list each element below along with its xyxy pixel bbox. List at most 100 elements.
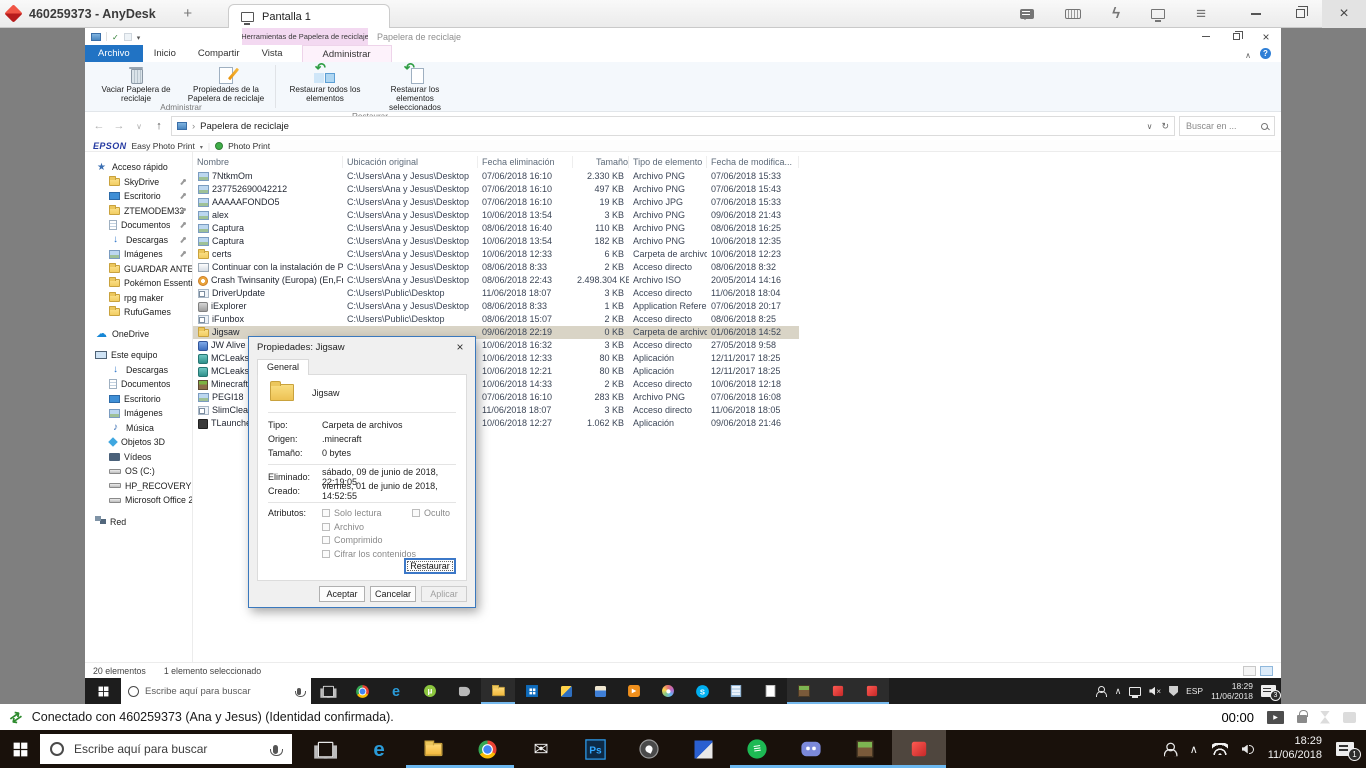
recent-locations-icon[interactable]: [131, 120, 147, 132]
remote-taskbar-icon-notepad[interactable]: [719, 678, 753, 704]
ribbon-button-propiedades-de-la-papelera-de-reciclaje[interactable]: Propiedades de la Papelera de reciclaje: [181, 63, 271, 103]
shield-icon[interactable]: [1169, 686, 1178, 696]
sidebar-item-pok-mon-essentials[interactable]: Pokémon Essentials: [85, 276, 192, 291]
hidden-icons-chevron-icon[interactable]: [1190, 743, 1198, 756]
notifications-icon[interactable]: 1: [1336, 742, 1354, 756]
tab-general[interactable]: General: [257, 359, 309, 375]
sidebar-item-rpg-maker[interactable]: rpg maker: [85, 291, 192, 306]
sidebar-item-os-c[interactable]: OS (C:): [85, 464, 192, 479]
sidebar-item-documentos[interactable]: Documentos: [85, 377, 192, 392]
local-taskbar-icon-video-editor[interactable]: [676, 730, 730, 768]
remote-taskbar-icon-anydesk[interactable]: [821, 678, 855, 704]
remote-taskbar-icon-edge[interactable]: [379, 678, 413, 704]
sidebar-item-rufugames[interactable]: RufuGames: [85, 305, 192, 320]
remote-taskbar-icon-doc[interactable]: [753, 678, 787, 704]
remote-taskbar-icon-chrome[interactable]: [345, 678, 379, 704]
lock-icon[interactable]: [1297, 715, 1307, 723]
sidebar-item-escritorio[interactable]: Escritorio: [85, 392, 192, 407]
sidebar-item-acceso-r-pido[interactable]: Acceso rápido: [85, 160, 192, 175]
forward-icon[interactable]: [111, 120, 127, 132]
remote-taskbar-icon-anydesk[interactable]: [855, 678, 889, 704]
sidebar-item-este-equipo[interactable]: Este equipo: [85, 348, 192, 363]
sidebar-item-m-sica[interactable]: Música: [85, 421, 192, 436]
local-clock[interactable]: 18:29 11/06/2018: [1268, 735, 1322, 763]
remote-start-button[interactable]: [85, 678, 121, 704]
notifications-icon[interactable]: 3: [1261, 685, 1276, 697]
minimize-button[interactable]: [1234, 0, 1278, 28]
people-icon[interactable]: [1162, 742, 1177, 756]
checkbox-archivo[interactable]: [322, 523, 330, 531]
close-button[interactable]: [1322, 0, 1366, 28]
microphone-icon[interactable]: [297, 688, 301, 695]
file-row[interactable]: Crash Twinsanity (Europa) (En,Fr,D...C:\…: [193, 274, 799, 287]
sidebar-item-v-deos[interactable]: Vídeos: [85, 450, 192, 465]
epson-dropdown-icon[interactable]: [200, 141, 203, 151]
sidebar-item-ztemodem33[interactable]: ZTEMODEM33: [85, 204, 192, 219]
checkbox-solo-lectura[interactable]: [322, 509, 330, 517]
sidebar-item-onedrive[interactable]: OneDrive: [85, 327, 192, 342]
explorer-restore-button[interactable]: [1221, 28, 1251, 45]
tab-vista[interactable]: Vista: [251, 45, 294, 62]
file-row[interactable]: 7NtkmOmC:\Users\Ana y Jesus\Desktop07/06…: [193, 170, 799, 183]
column-header-tipo-de-elemento[interactable]: Tipo de elemento: [629, 156, 707, 168]
microphone-icon[interactable]: [273, 745, 278, 754]
checkbox-comprimido[interactable]: [322, 536, 330, 544]
dialog-close-button[interactable]: ×: [445, 337, 475, 357]
qat-dropdown-icon[interactable]: [137, 32, 141, 42]
remote-taskbar-icon-media[interactable]: [617, 678, 651, 704]
local-taskbar-icon-photoshop[interactable]: [568, 730, 622, 768]
actions-icon[interactable]: [1112, 5, 1120, 23]
sidebar-item-microsoft-office-20[interactable]: Microsoft Office 20: [85, 493, 192, 508]
speaker-icon[interactable]: [1242, 745, 1254, 754]
remote-taskbar-icon-paint[interactable]: [651, 678, 685, 704]
explorer-minimize-button[interactable]: [1191, 28, 1221, 45]
wifi-icon[interactable]: [1212, 743, 1228, 755]
remote-taskbar-icon-skype[interactable]: [685, 678, 719, 704]
file-row[interactable]: AAAAAFONDO5C:\Users\Ana y Jesus\Desktop0…: [193, 196, 799, 209]
local-taskbar-icon-discord[interactable]: [784, 730, 838, 768]
epson-action[interactable]: Photo Print: [228, 141, 270, 151]
file-row[interactable]: alexC:\Users\Ana y Jesus\Desktop10/06/20…: [193, 209, 799, 222]
checkbox-cifrar-los-contenidos[interactable]: [322, 550, 330, 558]
sidebar-item-skydrive[interactable]: SkyDrive: [85, 175, 192, 190]
sidebar-item-im-genes[interactable]: Imágenes: [85, 406, 192, 421]
local-taskbar-icon-file-explorer[interactable]: [406, 730, 460, 768]
collapse-ribbon-icon[interactable]: [1245, 45, 1251, 63]
dialog-button-cancelar[interactable]: Cancelar: [370, 586, 416, 602]
remote-taskbar-icon-file-explorer[interactable]: [481, 678, 515, 704]
local-start-button[interactable]: [0, 730, 40, 768]
epson-title[interactable]: Easy Photo Print: [132, 141, 195, 151]
column-header-fecha-de-modifica[interactable]: Fecha de modifica...: [707, 156, 799, 168]
details-view-icon[interactable]: [1243, 666, 1256, 676]
breadcrumb[interactable]: Papelera de reciclaje: [200, 121, 289, 132]
remote-search-input[interactable]: Escribe aquí para buscar: [121, 678, 311, 704]
remote-language-indicator[interactable]: ESP: [1186, 686, 1203, 696]
local-taskbar-icon-anydesk[interactable]: [892, 730, 946, 768]
column-header-tama-o[interactable]: Tamaño: [573, 156, 629, 168]
remote-taskbar-icon-task-view[interactable]: [311, 678, 345, 704]
address-box[interactable]: Papelera de reciclaje: [171, 116, 1175, 136]
ribbon-button-restaurar-los-elementos-seleccionados[interactable]: Restaurar los elementos seleccionados: [370, 63, 460, 112]
sidebar-item-descargas[interactable]: Descargas: [85, 233, 192, 248]
sidebar-item-red[interactable]: Red: [85, 515, 192, 530]
local-search-input[interactable]: Escribe aquí para buscar: [40, 734, 292, 764]
refresh-icon[interactable]: [1161, 121, 1169, 132]
local-taskbar-icon-task-view[interactable]: [298, 730, 352, 768]
restore-button[interactable]: [1278, 0, 1322, 28]
sidebar-item-guardar-antes-d[interactable]: GUARDAR ANTES D: [85, 262, 192, 277]
qat-button-icon[interactable]: [124, 33, 132, 41]
restore-button[interactable]: Restaurar: [404, 558, 456, 574]
remote-clock[interactable]: 18:29 11/06/2018: [1211, 681, 1253, 701]
file-row[interactable]: certsC:\Users\Ana y Jesus\Desktop10/06/2…: [193, 248, 799, 261]
column-header-nombre[interactable]: Nombre: [193, 156, 343, 168]
screen-tab[interactable]: Pantalla 1: [228, 4, 390, 28]
sidebar-item-documentos[interactable]: Documentos: [85, 218, 192, 233]
keyboard-icon[interactable]: [1065, 9, 1081, 19]
sidebar-item-escritorio[interactable]: Escritorio: [85, 189, 192, 204]
large-icons-view-icon[interactable]: [1260, 666, 1273, 676]
help-icon[interactable]: [1260, 48, 1271, 59]
remote-taskbar-icon-store[interactable]: [515, 678, 549, 704]
remote-taskbar-icon-cube[interactable]: [549, 678, 583, 704]
file-row[interactable]: 237752690042212C:\Users\Ana y Jesus\Desk…: [193, 183, 799, 196]
dialog-button-aceptar[interactable]: Aceptar: [319, 586, 365, 602]
